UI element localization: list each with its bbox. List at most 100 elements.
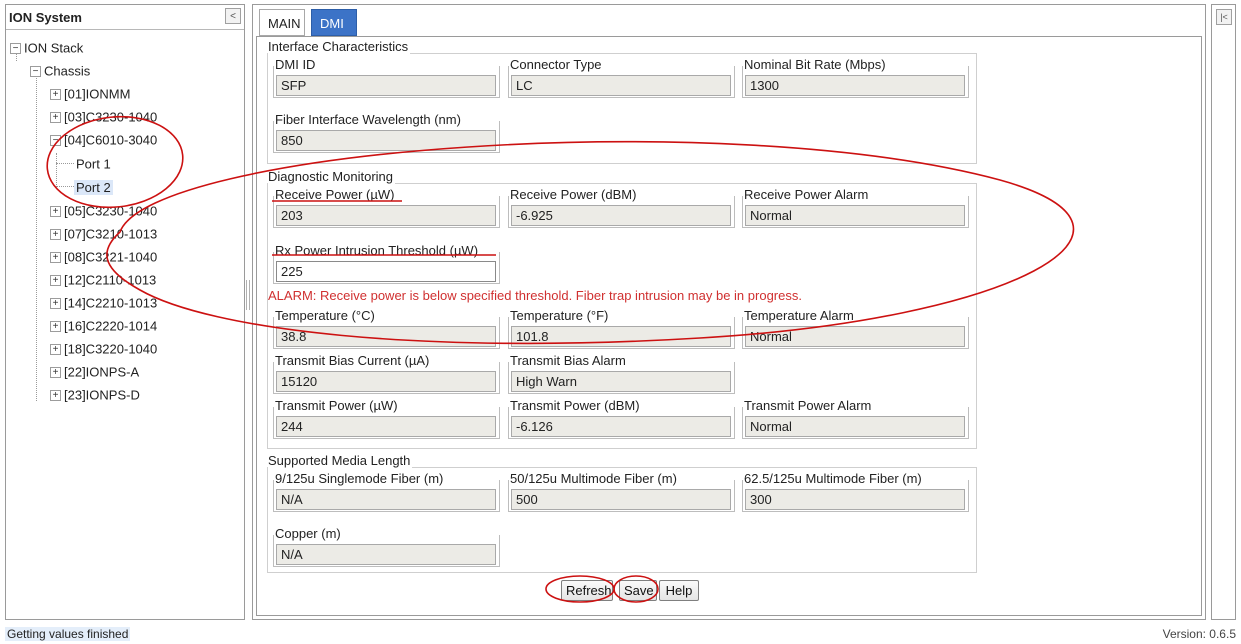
field-label: Copper (m) [275,526,343,541]
rx-threshold-input[interactable]: 225 [276,261,496,282]
tree-node-label: [12]C2110-1013 [64,272,157,288]
expand-node-icon[interactable]: + [50,390,61,402]
collapse-node-icon[interactable]: − [30,66,41,78]
tree-node-module-expanded[interactable]: − [04]C6010-3040 [50,130,157,150]
panel-splitter-handle[interactable] [246,280,250,310]
tree-node-module[interactable]: + [05]C3230-1040 [50,201,157,221]
tree-guide-line [56,186,74,187]
temperature-f-field: Temperature (°F) 101.8 [508,308,735,349]
tree-node-label: [07]C3210-1013 [64,226,158,242]
field-label: Receive Power (µW) [275,187,397,202]
field-label: Rx Power Intrusion Threshold (µW) [275,243,481,258]
tree-node-label: [22]IONPS-A [64,364,140,380]
interface-characteristics-section: Interface Characteristics DMI ID SFP Con… [267,39,977,164]
tree-node-label: [08]C3221-1040 [64,249,158,265]
expand-node-icon[interactable]: + [50,112,61,124]
singlemode-field: 9/125u Singlemode Fiber (m) N/A [273,471,500,512]
multimode-50-value: 500 [511,489,731,510]
tx-power-dbm-value: -6.126 [511,416,731,437]
tree-node-label: Chassis [44,63,91,79]
collapse-left-icon[interactable]: < [225,8,241,24]
tree-node-module[interactable]: + [03]C3230-1040 [50,107,157,127]
receive-power-uw-value: 203 [276,205,496,226]
expand-node-icon[interactable]: + [50,367,61,379]
field-label: Transmit Bias Current (µA) [275,353,432,368]
tree-node-module[interactable]: + [01]IONMM [50,84,130,104]
tree-node-label: [16]C2220-1014 [64,318,158,334]
collapse-node-icon[interactable]: − [10,43,21,55]
receive-power-dbm-field: Receive Power (dBM) -6.925 [508,187,735,228]
multimode-62-field: 62.5/125u Multimode Fiber (m) 300 [742,471,969,512]
temperature-alarm-field: Temperature Alarm Normal [742,308,969,349]
tree-node-module[interactable]: + [07]C3210-1013 [50,224,157,244]
tree-node-label: [05]C3230-1040 [64,203,158,219]
bias-alarm-value: High Warn [511,371,731,392]
navigation-title: ION System [9,10,82,25]
tree-node-ion-stack[interactable]: − ION Stack [10,38,83,58]
save-button[interactable]: Save [619,580,657,601]
field-label: Transmit Power Alarm [744,398,874,413]
expand-node-icon[interactable]: + [50,229,61,241]
multimode-50-field: 50/125u Multimode Fiber (m) 500 [508,471,735,512]
refresh-button[interactable]: Refresh [561,580,613,601]
temperature-c-value: 38.8 [276,326,496,347]
field-label: 9/125u Singlemode Fiber (m) [275,471,446,486]
field-label: Temperature Alarm [744,308,856,323]
tree-node-port-2[interactable]: Port 2 [74,177,113,197]
tree-guide-line [56,153,57,187]
receive-power-dbm-value: -6.925 [511,205,731,226]
tree-guide-line [56,163,74,164]
expand-node-icon[interactable]: + [50,275,61,287]
field-label: DMI ID [275,57,318,72]
tx-power-alarm-value: Normal [745,416,965,437]
section-title: Interface Characteristics [268,39,411,54]
tree-node-label: Port 1 [76,156,111,172]
navigation-panel: ION System < − ION Stack − Chassis + [01]IO… [5,4,245,620]
field-label: 62.5/125u Multimode Fiber (m) [744,471,924,486]
field-label: Receive Power (dBM) [510,187,639,202]
right-collapsed-panel: |< [1211,4,1236,620]
expand-node-icon[interactable]: + [50,89,61,101]
temperature-f-value: 101.8 [511,326,731,347]
tree-node-module[interactable]: + [12]C2110-1013 [50,270,156,290]
tx-power-alarm-field: Transmit Power Alarm Normal [742,398,969,439]
tree-node-chassis[interactable]: − Chassis [30,61,90,81]
tab-dmi[interactable]: DMI [311,9,357,36]
tree-node-module[interactable]: + [14]C2210-1013 [50,293,157,313]
tab-main[interactable]: MAIN [259,9,305,36]
tree-node-module[interactable]: + [16]C2220-1014 [50,316,157,336]
tree-node-label: [04]C6010-3040 [64,132,158,148]
expand-node-icon[interactable]: + [50,298,61,310]
supported-media-length-section: Supported Media Length 9/125u Singlemode… [267,453,977,573]
field-label: Nominal Bit Rate (Mbps) [744,57,888,72]
nominal-bit-rate-value: 1300 [745,75,965,96]
expand-node-icon[interactable]: + [50,252,61,264]
tree-node-module[interactable]: + [08]C3221-1040 [50,247,157,267]
section-title: Supported Media Length [268,453,413,468]
tree-node-module[interactable]: + [18]C3220-1040 [50,339,157,359]
connector-type-value: LC [511,75,731,96]
tree-node-label: [03]C3230-1040 [64,109,158,125]
field-label: Transmit Bias Alarm [510,353,628,368]
tree-node-label: [23]IONPS-D [64,387,140,403]
temperature-alarm-value: Normal [745,326,965,347]
bias-alarm-field: Transmit Bias Alarm High Warn [508,353,735,394]
tree-guide-line [36,69,37,401]
navigation-header: ION System < [6,5,244,30]
rx-threshold-field: Rx Power Intrusion Threshold (µW) 225 [273,243,500,284]
field-label: Transmit Power (dBM) [510,398,642,413]
tree-node-module[interactable]: + [22]IONPS-A [50,362,139,382]
tree-node-module[interactable]: + [23]IONPS-D [50,385,140,405]
field-label: Connector Type [510,57,604,72]
tree-node-port-1[interactable]: Port 1 [76,154,111,174]
expand-node-icon[interactable]: + [50,344,61,356]
receive-power-alarm-value: Normal [745,205,965,226]
main-panel: MAIN DMI Interface Characteristics DMI I… [252,4,1206,620]
help-button[interactable]: Help [659,580,699,601]
expand-node-icon[interactable]: + [50,321,61,333]
tree-node-label: ION Stack [24,40,84,56]
expand-right-icon[interactable]: |< [1216,9,1232,25]
bias-current-field: Transmit Bias Current (µA) 15120 [273,353,500,394]
collapse-node-icon[interactable]: − [50,135,61,147]
expand-node-icon[interactable]: + [50,206,61,218]
